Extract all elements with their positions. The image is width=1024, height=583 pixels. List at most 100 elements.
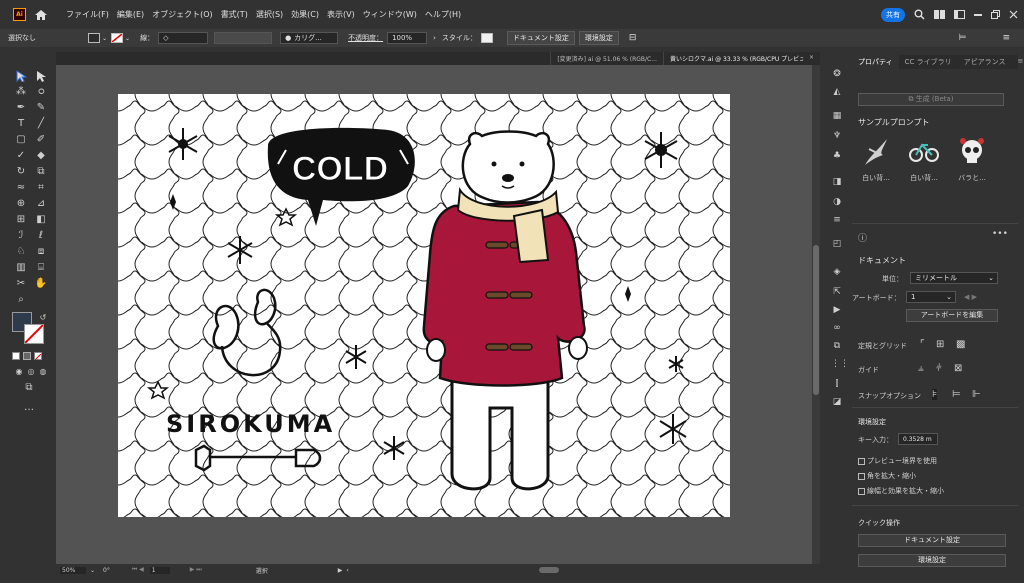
artboard-nav-icon[interactable]: ◀ ▶ [964, 293, 977, 301]
smart-guides-icon[interactable]: ⊠ [954, 363, 962, 374]
menu-item[interactable]: オブジェクト(O) [148, 9, 217, 20]
snap-to-pixel-icon[interactable]: ⊨ [952, 389, 961, 400]
unit-select[interactable]: ミリメートル ⌄ [910, 272, 998, 284]
mesh-tool-icon[interactable]: ⊞ [14, 214, 28, 226]
lasso-icon[interactable]: ഠ [34, 86, 48, 98]
checkbox-scale-corners[interactable]: 角を拡大・縮小 [858, 471, 916, 481]
quick-document-setup-button[interactable]: ドキュメント設定 [858, 534, 1006, 547]
snap-to-glyph-icon[interactable]: ⊩ [972, 389, 981, 400]
generate-button[interactable]: ⧉ 生成 (Beta) [858, 93, 1004, 106]
layers-icon[interactable]: ◈ [831, 267, 843, 277]
free-transform-icon[interactable]: ⌗ [34, 182, 48, 194]
color-panel-icon[interactable]: ❂ [831, 69, 843, 79]
scissors-icon[interactable]: ✂ [14, 278, 28, 290]
shape-builder-icon[interactable]: ⊕ [14, 198, 28, 210]
document-tab-active[interactable]: 黄いシロクマ.ai @ 33.33 % (RGB/CPU プレビュー... [662, 52, 803, 65]
tab-appearance[interactable]: アピアランス [958, 55, 1012, 69]
align-icon[interactable]: ⊟ [629, 33, 637, 43]
style-swatch[interactable] [480, 33, 493, 43]
gradient-tool-icon[interactable]: ◧ [34, 214, 48, 226]
eraser-icon[interactable]: ◆ [34, 150, 48, 162]
paintbrush-icon[interactable]: ✐ [34, 134, 48, 146]
stroke-color-swatch[interactable] [24, 324, 44, 344]
slice-tool-icon[interactable]: ⌸ [34, 262, 48, 274]
variable-width-field[interactable] [214, 32, 273, 44]
fill-swatch[interactable] [88, 33, 100, 43]
artboards-icon[interactable]: ⧉ [831, 341, 843, 351]
align-panel-icon[interactable]: ⫿ [831, 379, 843, 389]
ruler-icon[interactable]: ⌜ [920, 339, 925, 350]
artboard-select[interactable]: 1 ⌄ [906, 291, 956, 303]
preferences-button[interactable]: 環境設定 [578, 31, 619, 45]
type-tool-icon[interactable]: T [14, 118, 28, 130]
prompt-card[interactable]: 白い背... [904, 135, 944, 183]
panel-menu-icon[interactable]: ≡ [1002, 33, 1010, 43]
checkbox-scale-strokes[interactable]: 線幅と効果を拡大・縮小 [858, 486, 944, 496]
menu-item[interactable]: ヘルプ(H) [421, 9, 465, 20]
tab-properties[interactable]: プロパティ [852, 55, 899, 69]
show-guides-icon[interactable]: ⫨ [918, 363, 924, 374]
chevron-down-icon[interactable]: ⌄ [125, 35, 130, 42]
stroke-swatch[interactable] [111, 33, 124, 43]
restore-icon[interactable] [991, 10, 1000, 19]
more-options-icon[interactable]: ••• [992, 229, 1008, 239]
menu-item[interactable]: 表示(V) [323, 9, 359, 20]
opacity-field[interactable]: 100% [387, 32, 428, 44]
links-icon[interactable]: ∞ [831, 323, 843, 333]
close-icon[interactable] [1009, 10, 1018, 19]
direct-selection-tool-icon[interactable] [34, 70, 48, 82]
artboard-tool-icon[interactable]: ⧈ [34, 246, 48, 258]
quick-preferences-button[interactable]: 環境設定 [858, 554, 1006, 567]
zoom-tool-icon[interactable]: ⌕ [14, 294, 28, 306]
rotate-tool-icon[interactable]: ↻ [14, 166, 28, 178]
perspective-grid-icon[interactable]: ⊿ [34, 198, 48, 210]
menu-item[interactable]: 効果(C) [287, 9, 323, 20]
horizontal-scroll-left-icon[interactable]: ‹ [346, 567, 348, 574]
vertical-scrollbar[interactable] [812, 65, 820, 564]
menu-item[interactable]: ウィンドウ(W) [359, 9, 421, 20]
edit-toolbar-icon[interactable]: … [22, 402, 36, 414]
color-guide-icon[interactable]: ◭ [831, 87, 843, 97]
swatches-icon[interactable]: ▦ [831, 111, 843, 121]
width-tool-icon[interactable]: ≈ [14, 182, 28, 194]
search-icon[interactable] [914, 9, 925, 20]
first-artboard-icon[interactable]: ⏮ ◀ [132, 566, 144, 574]
artboard[interactable]: COLD SIROKUMA [118, 94, 730, 517]
chevron-down-icon[interactable]: ⌄ [102, 35, 107, 42]
stroke-weight-field[interactable]: ◇ [158, 32, 209, 44]
key-input-field[interactable]: 0.3528 m [898, 433, 938, 445]
brush-field[interactable]: ● カリグ... [280, 32, 339, 44]
transparency-icon[interactable]: ◰ [831, 239, 843, 249]
chevron-down-icon[interactable]: ⌄ [90, 567, 95, 574]
symbols-icon[interactable]: ♣ [831, 151, 843, 161]
menu-item[interactable]: 書式(T) [217, 9, 252, 20]
blend-tool-icon[interactable]: ℓ [34, 230, 48, 242]
eyedropper-icon[interactable]: ℐ [14, 230, 28, 242]
workspace-icon[interactable] [954, 10, 965, 19]
rectangle-tool-icon[interactable]: ▢ [14, 134, 28, 146]
stroke-panel-icon[interactable]: ≡ [831, 215, 843, 225]
export-icon[interactable]: ⇱ [831, 287, 843, 297]
snap-to-point-icon[interactable]: ⊧ [932, 389, 938, 400]
chevron-right-icon[interactable]: ▶ [338, 567, 343, 574]
document-setup-button[interactable]: ドキュメント設定 [506, 31, 575, 45]
lock-guides-icon[interactable]: ⫩ [936, 363, 942, 374]
transform-icon[interactable]: ⋮⋮ [831, 359, 849, 369]
screen-mode-icon[interactable]: ⧉ [22, 382, 36, 394]
brushes-icon[interactable]: ♆ [831, 131, 843, 141]
graphic-styles-icon[interactable]: ◨ [831, 177, 843, 187]
checkbox-use-preview-bounds[interactable]: プレビュー境界を使用 [858, 456, 937, 466]
minimize-icon[interactable] [974, 13, 982, 16]
appearance-icon[interactable]: ◑ [831, 197, 843, 207]
menu-item[interactable]: 選択(S) [252, 9, 287, 20]
gradient-mode-icon[interactable] [23, 352, 31, 360]
menu-item[interactable]: 編集(E) [113, 9, 148, 20]
magic-wand-icon[interactable]: ⁂ [14, 86, 28, 98]
curvature-tool-icon[interactable]: ✎ [34, 102, 48, 114]
transparency-grid-icon[interactable]: ▩ [956, 339, 965, 350]
scroll-thumb[interactable] [813, 245, 819, 395]
pen-tool-icon[interactable]: ✒ [14, 102, 28, 114]
hand-tool-icon[interactable]: ✋ [34, 278, 48, 290]
rotation-field[interactable]: 0° [103, 567, 110, 574]
none-mode-icon[interactable] [34, 352, 42, 361]
